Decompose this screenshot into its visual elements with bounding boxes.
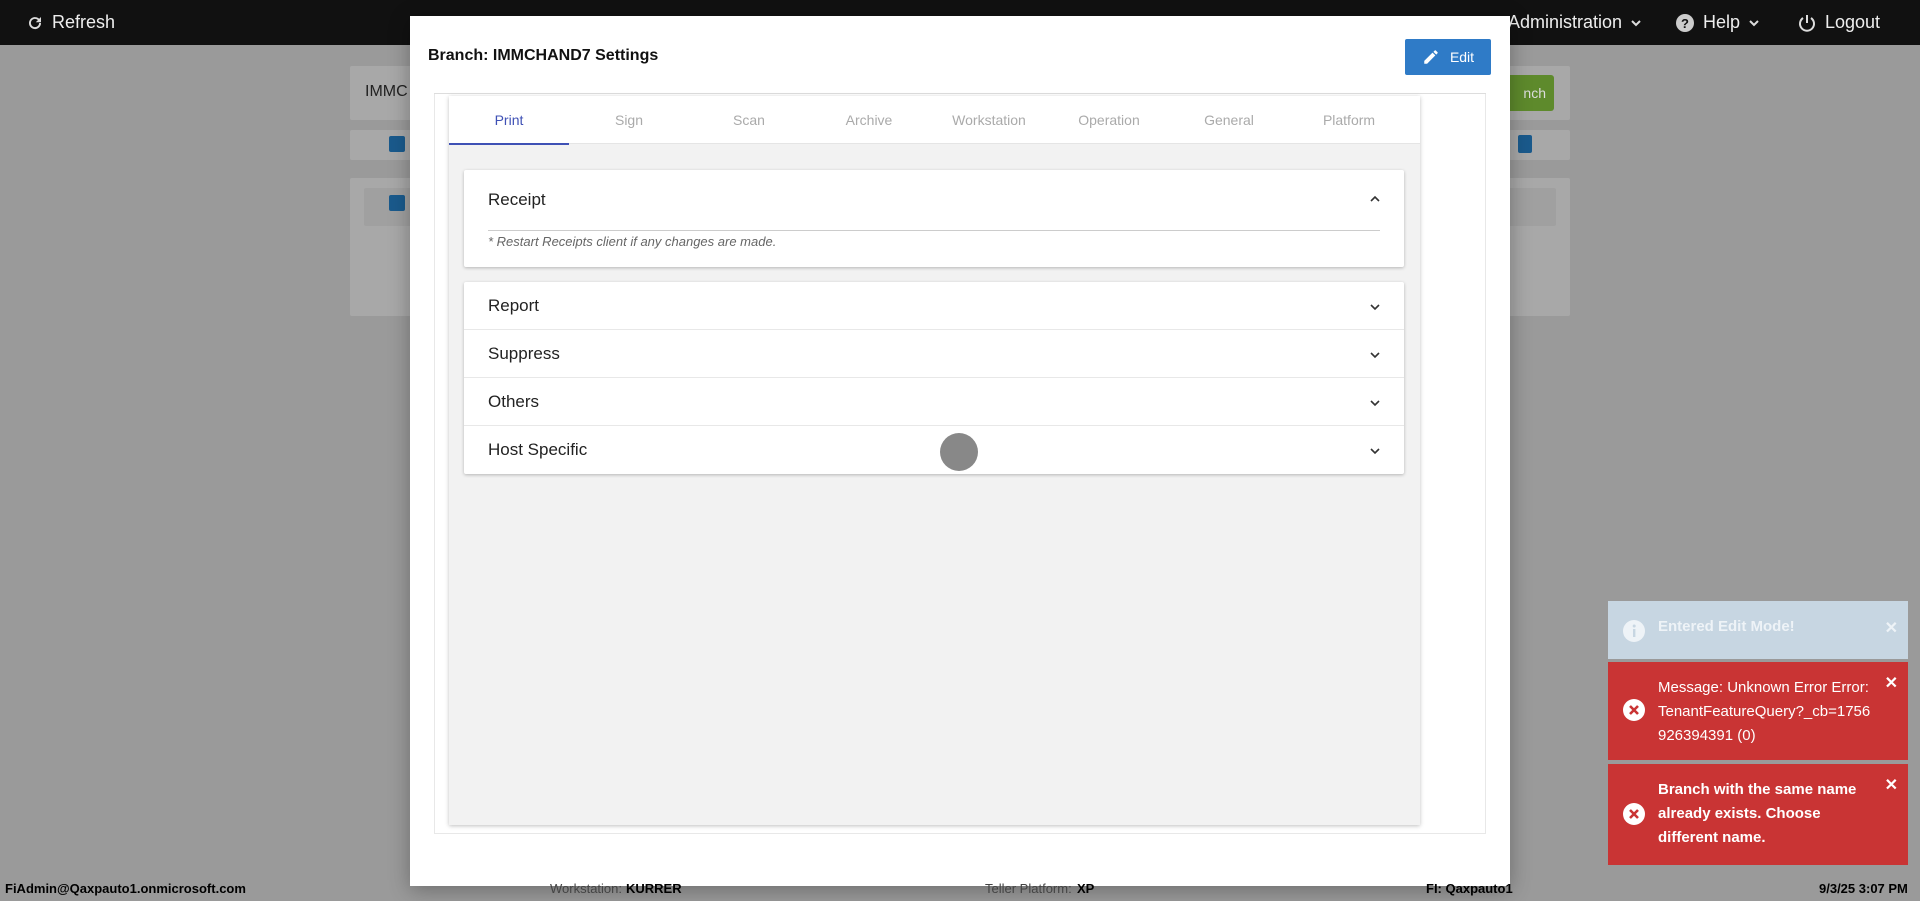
status-platform-value: XP (1077, 881, 1095, 896)
chevron-down-icon (1749, 19, 1759, 26)
toast-info: Entered Edit Mode! ✕ (1608, 601, 1908, 659)
tab-print[interactable]: Print (449, 96, 569, 145)
accordion-suppress[interactable]: Suppress (464, 330, 1404, 378)
accordion-host-specific[interactable]: Host Specific (464, 426, 1404, 474)
accordion-report-label: Report (488, 295, 540, 315)
close-icon[interactable]: ✕ (1885, 774, 1898, 798)
tab-archive[interactable]: Archive (809, 96, 929, 144)
chevron-down-icon (1370, 448, 1380, 455)
background-select-all-checkbox (389, 136, 405, 152)
tab-operation[interactable]: Operation (1049, 96, 1169, 144)
toast-error-unknown: Message: Unknown Error Error: TenantFeat… (1608, 662, 1908, 760)
accordion-others-label: Others (488, 391, 540, 411)
chevron-down-icon (1631, 19, 1641, 26)
edit-label: Edit (1449, 49, 1475, 65)
modal-header (434, 36, 1486, 94)
toast-error-duplicate: Branch with the same name already exists… (1608, 764, 1908, 865)
edit-button[interactable]: Edit (1405, 39, 1491, 75)
background-row-checkbox (389, 195, 405, 211)
settings-tab-bar: Print Sign Scan Archive Workstation Oper… (449, 96, 1420, 145)
chevron-up-icon (1370, 195, 1380, 202)
chevron-down-icon (1370, 352, 1380, 359)
accordion-report[interactable]: Report (464, 282, 1404, 330)
refresh-label: Refresh (52, 12, 116, 32)
tab-platform[interactable]: Platform (1289, 96, 1409, 144)
status-workstation-value: KURRER (626, 881, 682, 896)
settings-tabs-panel: Print Sign Scan Archive Workstation Oper… (449, 96, 1420, 825)
loading-spinner (940, 433, 978, 471)
power-icon (1799, 14, 1815, 32)
chevron-down-icon (1370, 304, 1380, 311)
help-label: Help (1703, 12, 1741, 32)
pencil-icon (1424, 50, 1438, 64)
svg-text:?: ? (1681, 16, 1689, 31)
background-search-value: IMMC (365, 83, 408, 100)
toast-info-message: Entered Edit Mode! (1658, 618, 1795, 635)
help-menu[interactable]: ? Help (1675, 0, 1760, 45)
info-icon (1623, 620, 1645, 642)
collapsed-sections: Report Suppress Others Host Specific (464, 282, 1404, 474)
status-user: FiAdmin@Qaxpauto1.onmicrosoft.com (5, 881, 246, 896)
refresh-icon (29, 16, 42, 29)
accordion-suppress-label: Suppress (488, 343, 560, 363)
receipt-accordion-header[interactable]: Receipt (464, 170, 1404, 230)
status-bar: FiAdmin@Qaxpauto1.onmicrosoft.com Workst… (0, 877, 1920, 901)
accordion-others[interactable]: Others (464, 378, 1404, 426)
logout-button[interactable]: Logout (1797, 0, 1880, 45)
tab-general[interactable]: General (1169, 96, 1289, 144)
help-icon: ? (1676, 13, 1694, 32)
logout-label: Logout (1825, 12, 1881, 32)
toast-error-unknown-message: Message: Unknown Error Error: TenantFeat… (1658, 679, 1871, 744)
accordion-host-specific-label: Host Specific (488, 440, 588, 459)
modal-title: Branch: IMMCHAND7 Settings (428, 47, 659, 64)
status-platform-label: Teller Platform: (985, 881, 1072, 896)
error-icon (1623, 803, 1645, 825)
status-fi: FI: Qaxpauto1 (1426, 881, 1513, 896)
receipt-note: * Restart Receipts client if any changes… (488, 234, 777, 249)
toast-error-duplicate-message: Branch with the same name already exists… (1658, 781, 1857, 846)
receipt-title: Receipt (488, 190, 546, 209)
close-icon[interactable]: ✕ (1885, 672, 1898, 696)
background-trash-icon (1518, 135, 1532, 153)
close-icon[interactable]: ✕ (1885, 617, 1898, 641)
tab-sign[interactable]: Sign (569, 96, 689, 144)
receipt-accordion: Receipt * Restart Receipts client if any… (464, 170, 1404, 267)
administration-menu[interactable]: Administration (1508, 0, 1642, 45)
tab-scan[interactable]: Scan (689, 96, 809, 144)
error-icon (1623, 699, 1645, 721)
chevron-down-icon (1370, 400, 1380, 407)
administration-label: Administration (1508, 12, 1623, 32)
tab-workstation[interactable]: Workstation (929, 96, 1049, 144)
status-workstation-label: Workstation: (550, 881, 623, 896)
status-datetime: 9/3/25 3:07 PM (1819, 881, 1908, 896)
refresh-button[interactable]: Refresh (26, 0, 115, 45)
